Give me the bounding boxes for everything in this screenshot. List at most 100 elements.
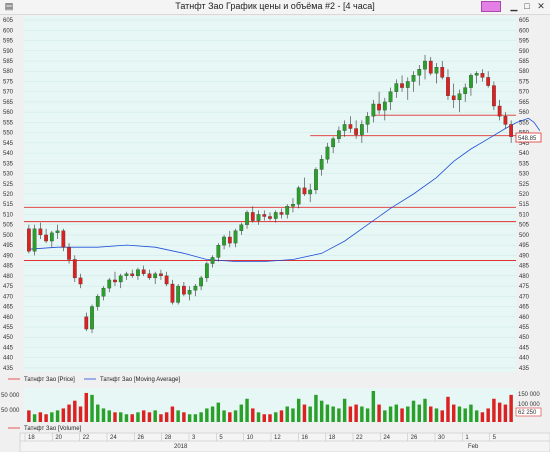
candle-body bbox=[400, 83, 404, 88]
date-tick: 26 bbox=[411, 435, 418, 441]
candle-body bbox=[394, 83, 399, 92]
volume-bar bbox=[291, 408, 295, 422]
date-tick: 22 bbox=[356, 435, 363, 441]
candle-body bbox=[170, 283, 175, 303]
y-tick-right: 590 bbox=[519, 49, 530, 55]
pin-window-button[interactable] bbox=[481, 1, 501, 12]
volume-right-tick-2: 100 000 bbox=[518, 402, 540, 408]
candle-body bbox=[463, 87, 468, 94]
date-tick: 30 bbox=[438, 435, 445, 441]
volume-bar bbox=[193, 414, 198, 422]
y-tick-right: 535 bbox=[519, 161, 530, 167]
volume-bar bbox=[210, 406, 215, 422]
candle-body bbox=[451, 95, 456, 101]
y-tick-left: 600 bbox=[3, 28, 14, 34]
legend-volume: Татнфт Зао [Volume] bbox=[24, 426, 82, 432]
volume-bar bbox=[486, 408, 490, 422]
y-tick-left: 440 bbox=[3, 356, 14, 362]
candle-body bbox=[411, 75, 416, 82]
candle-body bbox=[49, 232, 54, 242]
candle-body bbox=[434, 66, 439, 74]
candle-body bbox=[440, 66, 445, 78]
volume-bar bbox=[27, 410, 31, 422]
volume-bar bbox=[124, 414, 129, 422]
candle-body bbox=[216, 244, 221, 258]
y-tick-left: 565 bbox=[3, 100, 14, 106]
candle-body bbox=[446, 77, 450, 96]
volume-bar bbox=[119, 412, 123, 422]
chart-area: 605 600 595 590 585 580 575 570 565 560 555 550 545 5… bbox=[0, 16, 550, 452]
y-tick-left: 445 bbox=[3, 345, 14, 351]
candle-body bbox=[101, 287, 106, 297]
volume-bar bbox=[400, 408, 404, 422]
date-tick: 10 bbox=[247, 435, 254, 441]
y-tick-right: 560 bbox=[519, 110, 530, 116]
year-label: 2018 bbox=[174, 444, 188, 450]
y-tick-right: 520 bbox=[519, 192, 530, 198]
minimize-button[interactable]: ▁ bbox=[508, 1, 520, 12]
volume-right-tick-1: 150 000 bbox=[518, 392, 540, 398]
y-tick-right: 450 bbox=[519, 335, 530, 341]
candle-body bbox=[32, 228, 37, 252]
volume-bar bbox=[360, 406, 364, 422]
candle-body bbox=[199, 277, 203, 287]
candle-body bbox=[325, 146, 330, 160]
candle-body bbox=[268, 216, 272, 219]
volume-bar bbox=[451, 404, 456, 422]
candle-body bbox=[359, 124, 364, 135]
maximize-button[interactable]: □ bbox=[521, 1, 533, 12]
candle-body bbox=[342, 124, 347, 131]
y-tick-left: 510 bbox=[3, 212, 14, 218]
y-tick-right: 495 bbox=[519, 243, 530, 249]
volume-bar bbox=[406, 406, 410, 422]
candle-body bbox=[250, 212, 255, 221]
date-tick: 18 bbox=[28, 435, 35, 441]
volume-bar bbox=[141, 410, 146, 422]
y-tick-right: 575 bbox=[519, 79, 530, 85]
volume-bar bbox=[509, 394, 513, 422]
volume-bar bbox=[417, 404, 421, 422]
y-tick-left: 530 bbox=[3, 172, 14, 178]
volume-bar bbox=[216, 402, 221, 422]
y-tick-left: 575 bbox=[3, 79, 14, 85]
window-title: Татнфт Зао График цены и объёма #2 - [4 … bbox=[175, 1, 375, 11]
volume-bar bbox=[50, 412, 54, 422]
volume-bar bbox=[492, 398, 496, 422]
volume-bar bbox=[480, 412, 485, 422]
y-tick-right: 470 bbox=[519, 294, 530, 300]
candle-body bbox=[61, 230, 66, 248]
candle-body bbox=[118, 275, 123, 283]
month-label: Feb bbox=[468, 444, 479, 450]
y-tick-left: 595 bbox=[3, 39, 14, 45]
candle-body bbox=[124, 273, 129, 276]
y-tick-right: 500 bbox=[519, 233, 530, 239]
candle-body bbox=[78, 277, 83, 285]
candle-body bbox=[285, 206, 290, 215]
candle-body bbox=[113, 279, 117, 283]
y-tick-left: 465 bbox=[3, 305, 14, 311]
candle-body bbox=[210, 257, 215, 264]
y-tick-right: 585 bbox=[519, 59, 530, 65]
candle-body bbox=[509, 124, 514, 137]
y-tick-right: 580 bbox=[519, 69, 530, 75]
candle-body bbox=[457, 93, 462, 101]
volume-bar bbox=[170, 406, 175, 422]
close-button[interactable]: ✕ bbox=[535, 1, 547, 12]
candle-body bbox=[72, 259, 77, 279]
candle-body bbox=[95, 296, 100, 307]
candle-body bbox=[233, 230, 238, 244]
volume-bar bbox=[96, 404, 100, 422]
candle-body bbox=[44, 234, 48, 242]
candle-body bbox=[382, 101, 387, 111]
candle-body bbox=[90, 306, 94, 330]
candle-body bbox=[141, 269, 146, 274]
date-tick: 24 bbox=[110, 435, 117, 441]
candle-body bbox=[176, 285, 181, 303]
volume-bar bbox=[187, 414, 192, 422]
date-tick: 16 bbox=[301, 435, 308, 441]
volume-bar bbox=[503, 404, 508, 422]
volume-bar bbox=[314, 394, 318, 422]
y-tick-right: 600 bbox=[519, 28, 530, 34]
volume-bar bbox=[331, 406, 335, 422]
y-tick-left: 590 bbox=[3, 49, 14, 55]
